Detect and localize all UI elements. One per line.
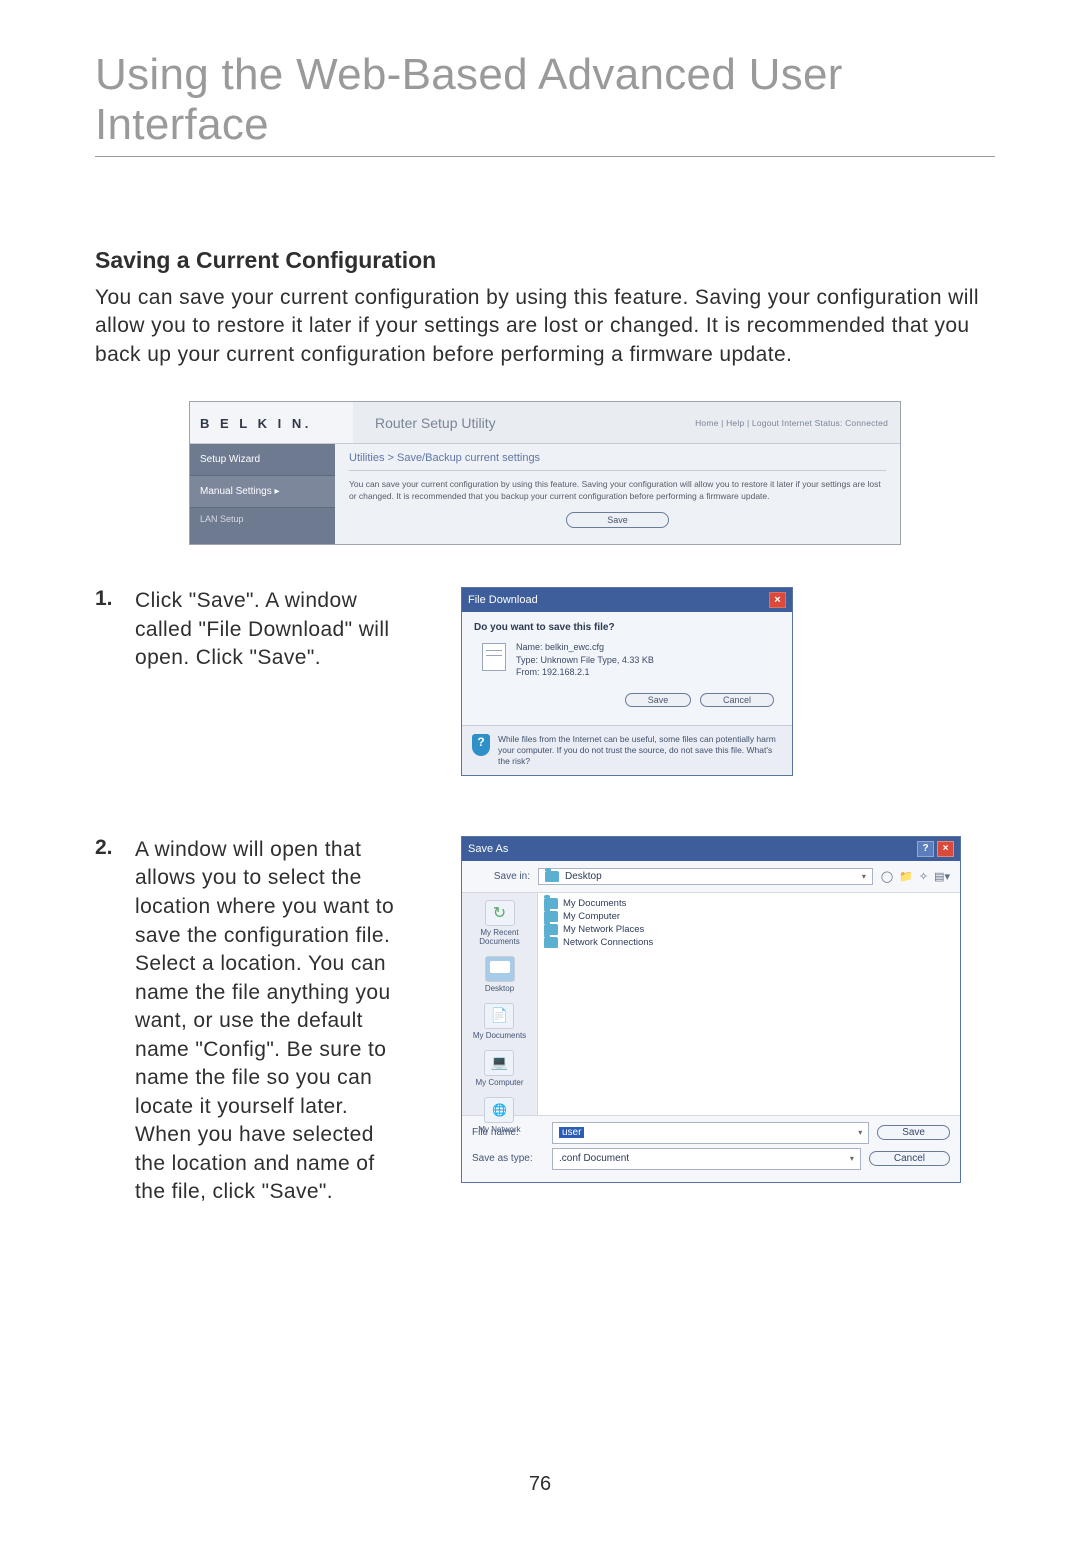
file-download-title: File Download bbox=[468, 594, 538, 606]
place-label: My Recent Documents bbox=[464, 928, 535, 946]
savein-combo[interactable]: Desktop ▾ bbox=[538, 868, 873, 885]
place-mycomp[interactable]: My Computer bbox=[473, 1047, 525, 1090]
save-as-dialog: Save As ? × Save in: Desktop ▾ bbox=[461, 836, 961, 1183]
filename-value: user bbox=[559, 1127, 584, 1138]
router-description: You can save your current configuration … bbox=[349, 479, 886, 502]
place-label: Desktop bbox=[485, 984, 514, 993]
saveas-cancel-button[interactable]: Cancel bbox=[869, 1151, 950, 1166]
file-download-dialog: File Download × Do you want to save this… bbox=[461, 587, 793, 776]
sidebar-item-wizard[interactable]: Setup Wizard bbox=[190, 444, 335, 476]
chevron-down-icon: ▾ bbox=[850, 1154, 854, 1163]
folder-icon bbox=[545, 871, 559, 882]
place-desktop[interactable]: Desktop bbox=[483, 953, 517, 996]
list-item[interactable]: My Computer bbox=[544, 910, 954, 923]
list-item-label: Network Connections bbox=[563, 937, 653, 948]
download-save-button[interactable]: Save bbox=[625, 693, 692, 707]
list-item-label: My Computer bbox=[563, 911, 620, 922]
list-item-label: My Documents bbox=[563, 898, 626, 909]
list-item[interactable]: Network Connections bbox=[544, 936, 954, 949]
page-title: Using the Web-Based Advanced User Interf… bbox=[95, 50, 995, 157]
section-heading: Saving a Current Configuration bbox=[95, 247, 995, 274]
section-intro: You can save your current configuration … bbox=[95, 284, 995, 369]
file-list[interactable]: My Documents My Computer My Network Plac… bbox=[538, 893, 960, 1115]
savetype-label: Save as type: bbox=[472, 1153, 544, 1164]
router-screenshot: B E L K I N. Router Setup Utility Home |… bbox=[189, 401, 901, 545]
desktop-icon bbox=[485, 956, 515, 982]
savetype-value: .conf Document bbox=[559, 1153, 629, 1164]
views-icon[interactable]: ▤▾ bbox=[934, 870, 950, 883]
filename-field[interactable]: user ▾ bbox=[552, 1122, 869, 1144]
help-icon[interactable]: ? bbox=[917, 841, 934, 857]
router-main-panel: Utilities > Save/Backup current settings… bbox=[335, 444, 900, 544]
network-icon bbox=[484, 1097, 514, 1123]
filename-label: File name: bbox=[472, 1127, 544, 1138]
back-icon[interactable]: ◯ bbox=[881, 870, 893, 883]
documents-icon bbox=[484, 1003, 514, 1029]
download-warning: While files from the Internet can be use… bbox=[498, 734, 782, 767]
sidebar-item-manual[interactable]: Manual Settings ▸ bbox=[190, 476, 335, 508]
router-utility-title: Router Setup Utility bbox=[375, 415, 496, 431]
step-number: 1. bbox=[95, 587, 119, 611]
up-icon[interactable]: 📁 bbox=[899, 870, 913, 883]
step-number: 2. bbox=[95, 836, 119, 860]
save-as-title: Save As bbox=[468, 843, 508, 855]
router-nav-links: Home | Help | Logout Internet Status: Co… bbox=[695, 418, 888, 428]
list-item-label: My Network Places bbox=[563, 924, 644, 935]
computer-icon bbox=[484, 1050, 514, 1076]
step-text: A window will open that allows you to se… bbox=[135, 836, 405, 1207]
list-item[interactable]: My Network Places bbox=[544, 923, 954, 936]
close-icon[interactable]: × bbox=[769, 592, 786, 608]
router-sidebar: Setup Wizard Manual Settings ▸ LAN Setup bbox=[190, 444, 335, 544]
step-text: Click "Save". A window called "File Down… bbox=[135, 587, 405, 673]
place-label: My Computer bbox=[475, 1078, 523, 1087]
savetype-field[interactable]: .conf Document ▾ bbox=[552, 1148, 861, 1170]
file-from-line: From: 192.168.2.1 bbox=[516, 666, 654, 679]
recent-icon bbox=[485, 900, 515, 926]
toolbar-icons: ◯ 📁 ✧ ▤▾ bbox=[881, 870, 950, 883]
brand-logo: B E L K I N. bbox=[190, 402, 353, 444]
shield-icon bbox=[472, 734, 490, 756]
places-bar: My Recent Documents Desktop My Documents bbox=[462, 893, 538, 1115]
sidebar-item-lan-setup[interactable]: LAN Setup bbox=[190, 508, 335, 532]
save-button[interactable]: Save bbox=[566, 512, 669, 528]
breadcrumb: Utilities > Save/Backup current settings bbox=[349, 452, 886, 471]
savein-value: Desktop bbox=[565, 871, 602, 882]
place-recent[interactable]: My Recent Documents bbox=[462, 897, 537, 949]
folder-icon bbox=[544, 937, 558, 948]
page-number: 76 bbox=[0, 1473, 1080, 1496]
document-icon bbox=[482, 643, 506, 671]
close-icon[interactable]: × bbox=[937, 841, 954, 857]
file-name-line: Name: belkin_ewc.cfg bbox=[516, 641, 654, 654]
savein-label: Save in: bbox=[472, 871, 530, 882]
chevron-down-icon: ▾ bbox=[858, 1128, 862, 1137]
chevron-down-icon: ▾ bbox=[862, 872, 866, 881]
place-mydocs[interactable]: My Documents bbox=[471, 1000, 528, 1043]
download-cancel-button[interactable]: Cancel bbox=[700, 693, 774, 707]
file-type-line: Type: Unknown File Type, 4.33 KB bbox=[516, 654, 654, 667]
place-label: My Documents bbox=[473, 1031, 526, 1040]
saveas-save-button[interactable]: Save bbox=[877, 1125, 950, 1140]
download-question: Do you want to save this file? bbox=[474, 622, 780, 633]
new-folder-icon[interactable]: ✧ bbox=[919, 870, 928, 883]
list-item[interactable]: My Documents bbox=[544, 897, 954, 910]
